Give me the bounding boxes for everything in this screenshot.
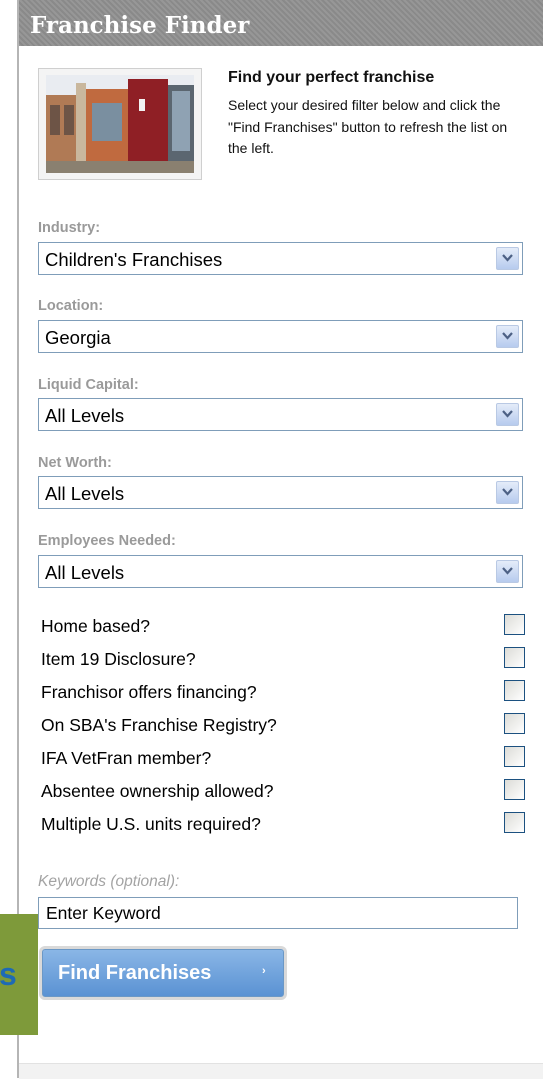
- employees-needed-label: Employees Needed:: [38, 533, 176, 549]
- keywords-label: Keywords (optional):: [38, 873, 180, 890]
- side-promo-tab-text: s: [0, 956, 17, 992]
- home-based-row[interactable]: Home based?: [41, 611, 527, 639]
- chevron-down-icon[interactable]: [496, 247, 519, 270]
- location-select-value: Georgia: [45, 327, 111, 348]
- sba-registry-row[interactable]: On SBA's Franchise Registry?: [41, 710, 527, 738]
- item-19-disclosure-row[interactable]: Item 19 Disclosure?: [41, 644, 527, 672]
- location-label: Location:: [38, 298, 104, 314]
- panel-title: Franchise Finder: [30, 12, 250, 39]
- absentee-ownership-row[interactable]: Absentee ownership allowed?: [41, 776, 527, 804]
- panel-footer: [19, 1063, 543, 1079]
- item-19-disclosure-checkbox[interactable]: [504, 647, 525, 668]
- absentee-ownership-label: Absentee ownership allowed?: [41, 781, 274, 801]
- multiple-units-checkbox[interactable]: [504, 812, 525, 833]
- sba-registry-checkbox[interactable]: [504, 713, 525, 734]
- absentee-ownership-checkbox[interactable]: [504, 779, 525, 800]
- multiple-units-row[interactable]: Multiple U.S. units required?: [41, 809, 527, 837]
- location-select[interactable]: Georgia: [38, 320, 523, 353]
- intro-text: Select your desired filter below and cli…: [228, 97, 508, 156]
- chevron-right-icon: ›: [262, 965, 266, 977]
- storefront-thumbnail: [38, 68, 202, 180]
- find-franchises-button[interactable]: Find Franchises ›: [42, 949, 284, 997]
- intro-heading: Find your perfect franchise: [228, 69, 435, 86]
- liquid-capital-select[interactable]: All Levels: [38, 398, 523, 431]
- sba-registry-label: On SBA's Franchise Registry?: [41, 715, 277, 735]
- panel-header: Franchise Finder: [19, 0, 543, 46]
- chevron-down-icon[interactable]: [496, 403, 519, 426]
- storefront-image: [46, 75, 194, 173]
- find-franchises-button-label: Find Franchises: [58, 962, 212, 984]
- home-based-label: Home based?: [41, 616, 150, 636]
- employees-needed-select[interactable]: All Levels: [38, 555, 523, 588]
- chevron-down-icon[interactable]: [496, 560, 519, 583]
- keyword-input[interactable]: [38, 897, 518, 929]
- employees-needed-select-value: All Levels: [45, 562, 125, 583]
- liquid-capital-label: Liquid Capital:: [38, 377, 139, 393]
- liquid-capital-select-value: All Levels: [45, 405, 125, 426]
- franchisor-financing-row[interactable]: Franchisor offers financing?: [41, 677, 527, 705]
- net-worth-select-value: All Levels: [45, 483, 125, 504]
- franchisor-financing-label: Franchisor offers financing?: [41, 682, 257, 702]
- franchisor-financing-checkbox[interactable]: [504, 680, 525, 701]
- industry-label: Industry:: [38, 220, 101, 236]
- side-promo-tab[interactable]: s: [0, 914, 38, 1035]
- chevron-down-icon[interactable]: [496, 481, 519, 504]
- vetfran-member-label: IFA VetFran member?: [41, 748, 212, 768]
- item-19-disclosure-label: Item 19 Disclosure?: [41, 649, 196, 669]
- industry-select-value: Children's Franchises: [45, 249, 223, 270]
- chevron-down-icon[interactable]: [496, 325, 519, 348]
- vetfran-member-checkbox[interactable]: [504, 746, 525, 767]
- industry-select[interactable]: Children's Franchises: [38, 242, 523, 275]
- net-worth-select[interactable]: All Levels: [38, 476, 523, 509]
- vetfran-member-row[interactable]: IFA VetFran member?: [41, 743, 527, 771]
- net-worth-label: Net Worth:: [38, 455, 112, 471]
- home-based-checkbox[interactable]: [504, 614, 525, 635]
- multiple-units-label: Multiple U.S. units required?: [41, 814, 261, 834]
